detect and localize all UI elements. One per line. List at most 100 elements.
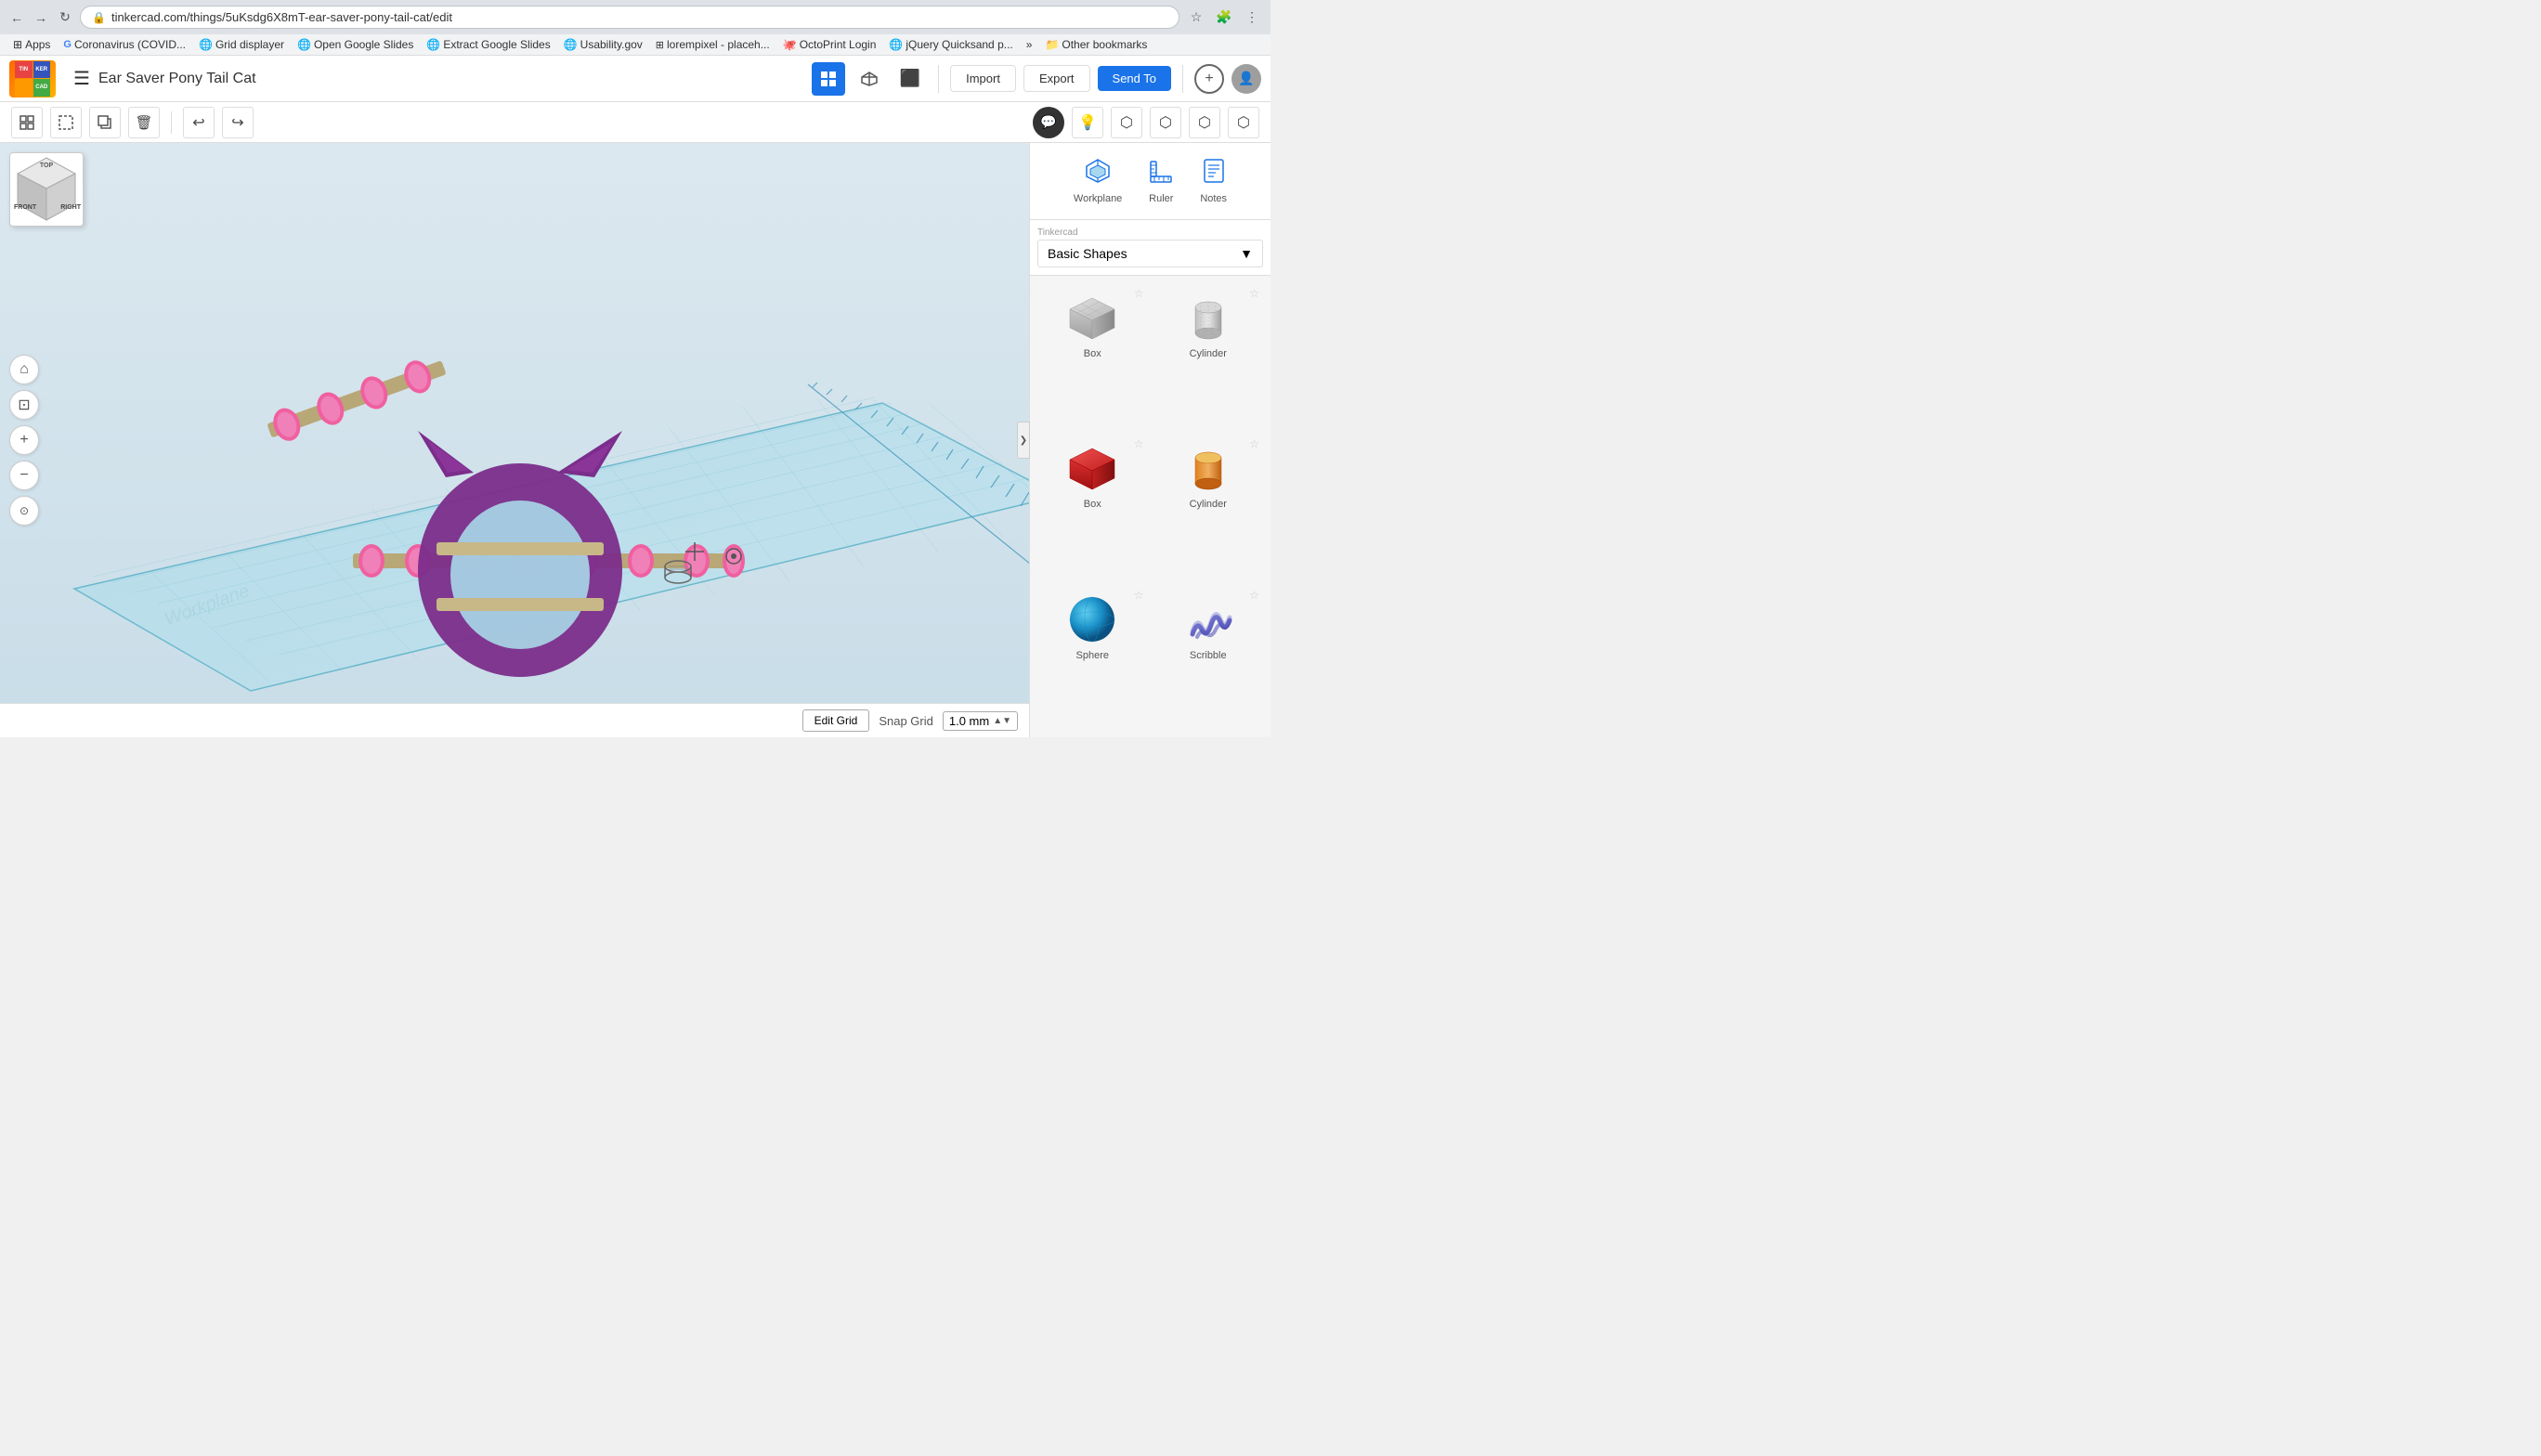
snap-shape-button[interactable]: ⬡ (1111, 107, 1142, 138)
shape-star-cylinder-gray[interactable]: ☆ (1249, 287, 1259, 300)
address-bar[interactable]: 🔒 tinkercad.com/things/5uKsdg6X8mT-ear-s… (80, 6, 1179, 29)
perspective-button[interactable]: ⊙ (9, 496, 39, 526)
menu-btn[interactable]: ⋮ (1241, 6, 1263, 29)
shapes-dropdown[interactable]: Basic Shapes ▼ (1037, 240, 1263, 267)
workplane-tool[interactable]: Workplane (1062, 152, 1133, 210)
shape-star-box-gray[interactable]: ☆ (1134, 287, 1144, 300)
notes-tool[interactable]: Notes (1189, 152, 1238, 210)
dropdown-arrow-icon: ▼ (1240, 246, 1253, 261)
group-icon (19, 114, 35, 131)
snap-grid-label: Snap Grid (879, 714, 933, 728)
cube-navigator[interactable]: TOP FRONT RIGHT (9, 152, 93, 236)
logo-cad: CAD (33, 79, 51, 97)
3d-model (0, 143, 1029, 737)
chevron-right-icon: ❯ (1020, 436, 1027, 446)
notes-label: Notes (1200, 193, 1227, 204)
undo-button[interactable]: ↩ (183, 107, 215, 138)
3d-view-button[interactable] (853, 62, 886, 96)
ruler-tool[interactable]: Ruler (1137, 152, 1185, 210)
delete-button[interactable]: 🗑 (128, 107, 160, 138)
user-avatar[interactable]: 👤 (1231, 64, 1261, 94)
3d-icon (861, 71, 878, 87)
extensions-btn[interactable]: 🧩 (1213, 6, 1235, 29)
browser-chrome: ← → ↻ 🔒 tinkercad.com/things/5uKsdg6X8mT… (0, 0, 1270, 56)
main-area: Workplane (0, 143, 1270, 737)
group-button[interactable] (11, 107, 43, 138)
url-text: tinkercad.com/things/5uKsdg6X8mT-ear-sav… (111, 10, 452, 24)
snap-value-selector[interactable]: 1.0 mm ▲▼ (943, 711, 1018, 731)
globe-icon-3: 🌐 (426, 38, 440, 51)
zoom-out-button[interactable]: − (9, 461, 39, 490)
bookmarks-bar: ⊞ Apps G Coronavirus (COVID... 🌐 Grid di… (0, 34, 1270, 56)
bookmark-star[interactable]: ☆ (1185, 6, 1207, 29)
add-user-button[interactable]: + (1194, 64, 1224, 94)
edit-grid-button[interactable]: Edit Grid (802, 709, 870, 732)
bookmark-more[interactable]: » (1021, 36, 1038, 53)
refresh-button[interactable]: ↻ (56, 8, 74, 27)
tinkercad-logo[interactable]: TIN KER CAD (9, 60, 56, 98)
shapes-dropdown-area: Tinkercad Basic Shapes ▼ (1030, 220, 1270, 276)
back-button[interactable]: ← (7, 8, 26, 27)
octo-icon: 🐙 (783, 38, 797, 51)
shape-cylinder-gray[interactable]: ☆ (1155, 285, 1262, 426)
bookmark-slides[interactable]: 🌐 Open Google Slides (292, 36, 419, 53)
bookmark-lorempixel[interactable]: ⊞ lorempixel - placeh... (650, 36, 775, 53)
home-view-button[interactable]: ⌂ (9, 355, 39, 384)
bookmark-extract[interactable]: 🌐 Extract Google Slides (421, 36, 555, 53)
shape-sphere-blue[interactable]: ☆ Sphere (1039, 587, 1146, 728)
bookmark-grid[interactable]: 🌐 Grid displayer (193, 36, 290, 53)
dropdown-provider: Tinkercad (1037, 228, 1263, 238)
shapes-grid: ☆ (1030, 276, 1270, 737)
bookmark-apps[interactable]: ⊞ Apps (7, 36, 56, 53)
cylinder-gray-icon (1179, 291, 1238, 344)
panel-collapse-handle[interactable]: ❯ (1017, 422, 1030, 459)
hamburger-menu-button[interactable]: ☰ (65, 62, 98, 96)
duplicate-button[interactable] (89, 107, 121, 138)
notes-icon (1201, 158, 1227, 189)
box-gray-icon (1062, 291, 1122, 344)
shape-star-scribble[interactable]: ☆ (1249, 589, 1259, 602)
align-button[interactable]: ⬡ (1189, 107, 1220, 138)
comment-button[interactable]: 💬 (1033, 107, 1064, 138)
code-view-button[interactable]: ⬛ (893, 62, 927, 96)
flip-button[interactable]: ⬡ (1228, 107, 1259, 138)
shape-box-gray[interactable]: ☆ (1039, 285, 1146, 426)
import-button[interactable]: Import (950, 65, 1016, 92)
viewport[interactable]: Workplane (0, 143, 1029, 737)
separator-1 (938, 65, 939, 93)
cylinder-orange-label: Cylinder (1190, 499, 1227, 510)
ruler-icon (1148, 158, 1174, 189)
shape-star-sphere[interactable]: ☆ (1134, 589, 1144, 602)
snap-arrow-icon: ▲▼ (993, 716, 1011, 726)
forward-button[interactable]: → (32, 8, 50, 27)
shape-scribble[interactable]: ☆ Scribble (1155, 587, 1262, 728)
bookmark-octoprint[interactable]: 🐙 OctoPrint Login (777, 36, 882, 53)
fit-view-button[interactable]: ⊡ (9, 390, 39, 420)
export-button[interactable]: Export (1023, 65, 1090, 92)
orientation-cube[interactable]: TOP FRONT RIGHT (9, 152, 84, 227)
shape-cylinder-orange[interactable]: ☆ Cylinder (1155, 436, 1262, 577)
box-red-label: Box (1084, 499, 1101, 510)
snap-hole-button[interactable]: ⬡ (1150, 107, 1181, 138)
bookmark-other[interactable]: 📁 Other bookmarks (1039, 36, 1153, 53)
bookmark-jquery[interactable]: 🌐 jQuery Quicksand p... (883, 36, 1018, 53)
toolbar-right-actions: 💬 💡 ⬡ ⬡ ⬡ ⬡ (1033, 107, 1259, 138)
workplane-label: Workplane (1074, 193, 1122, 204)
shape-box-red[interactable]: ☆ (1039, 436, 1146, 577)
logo-blank (15, 79, 33, 97)
duplicate-icon (97, 114, 113, 131)
google-icon: G (63, 39, 72, 50)
ungroup-button[interactable] (50, 107, 82, 138)
viewport-canvas: Workplane (0, 143, 1029, 737)
logo-ker: KER (33, 61, 51, 79)
grid-view-button[interactable] (812, 62, 845, 96)
globe-icon-5: 🌐 (889, 38, 903, 51)
bookmark-covid[interactable]: G Coronavirus (COVID... (58, 36, 191, 53)
shape-star-box-red[interactable]: ☆ (1134, 437, 1144, 450)
shape-star-cylinder-orange[interactable]: ☆ (1249, 437, 1259, 450)
zoom-in-button[interactable]: + (9, 425, 39, 455)
bookmark-usability[interactable]: 🌐 Usability.gov (558, 36, 648, 53)
light-button[interactable]: 💡 (1072, 107, 1103, 138)
send-to-button[interactable]: Send To (1098, 66, 1171, 91)
redo-button[interactable]: ↪ (222, 107, 254, 138)
